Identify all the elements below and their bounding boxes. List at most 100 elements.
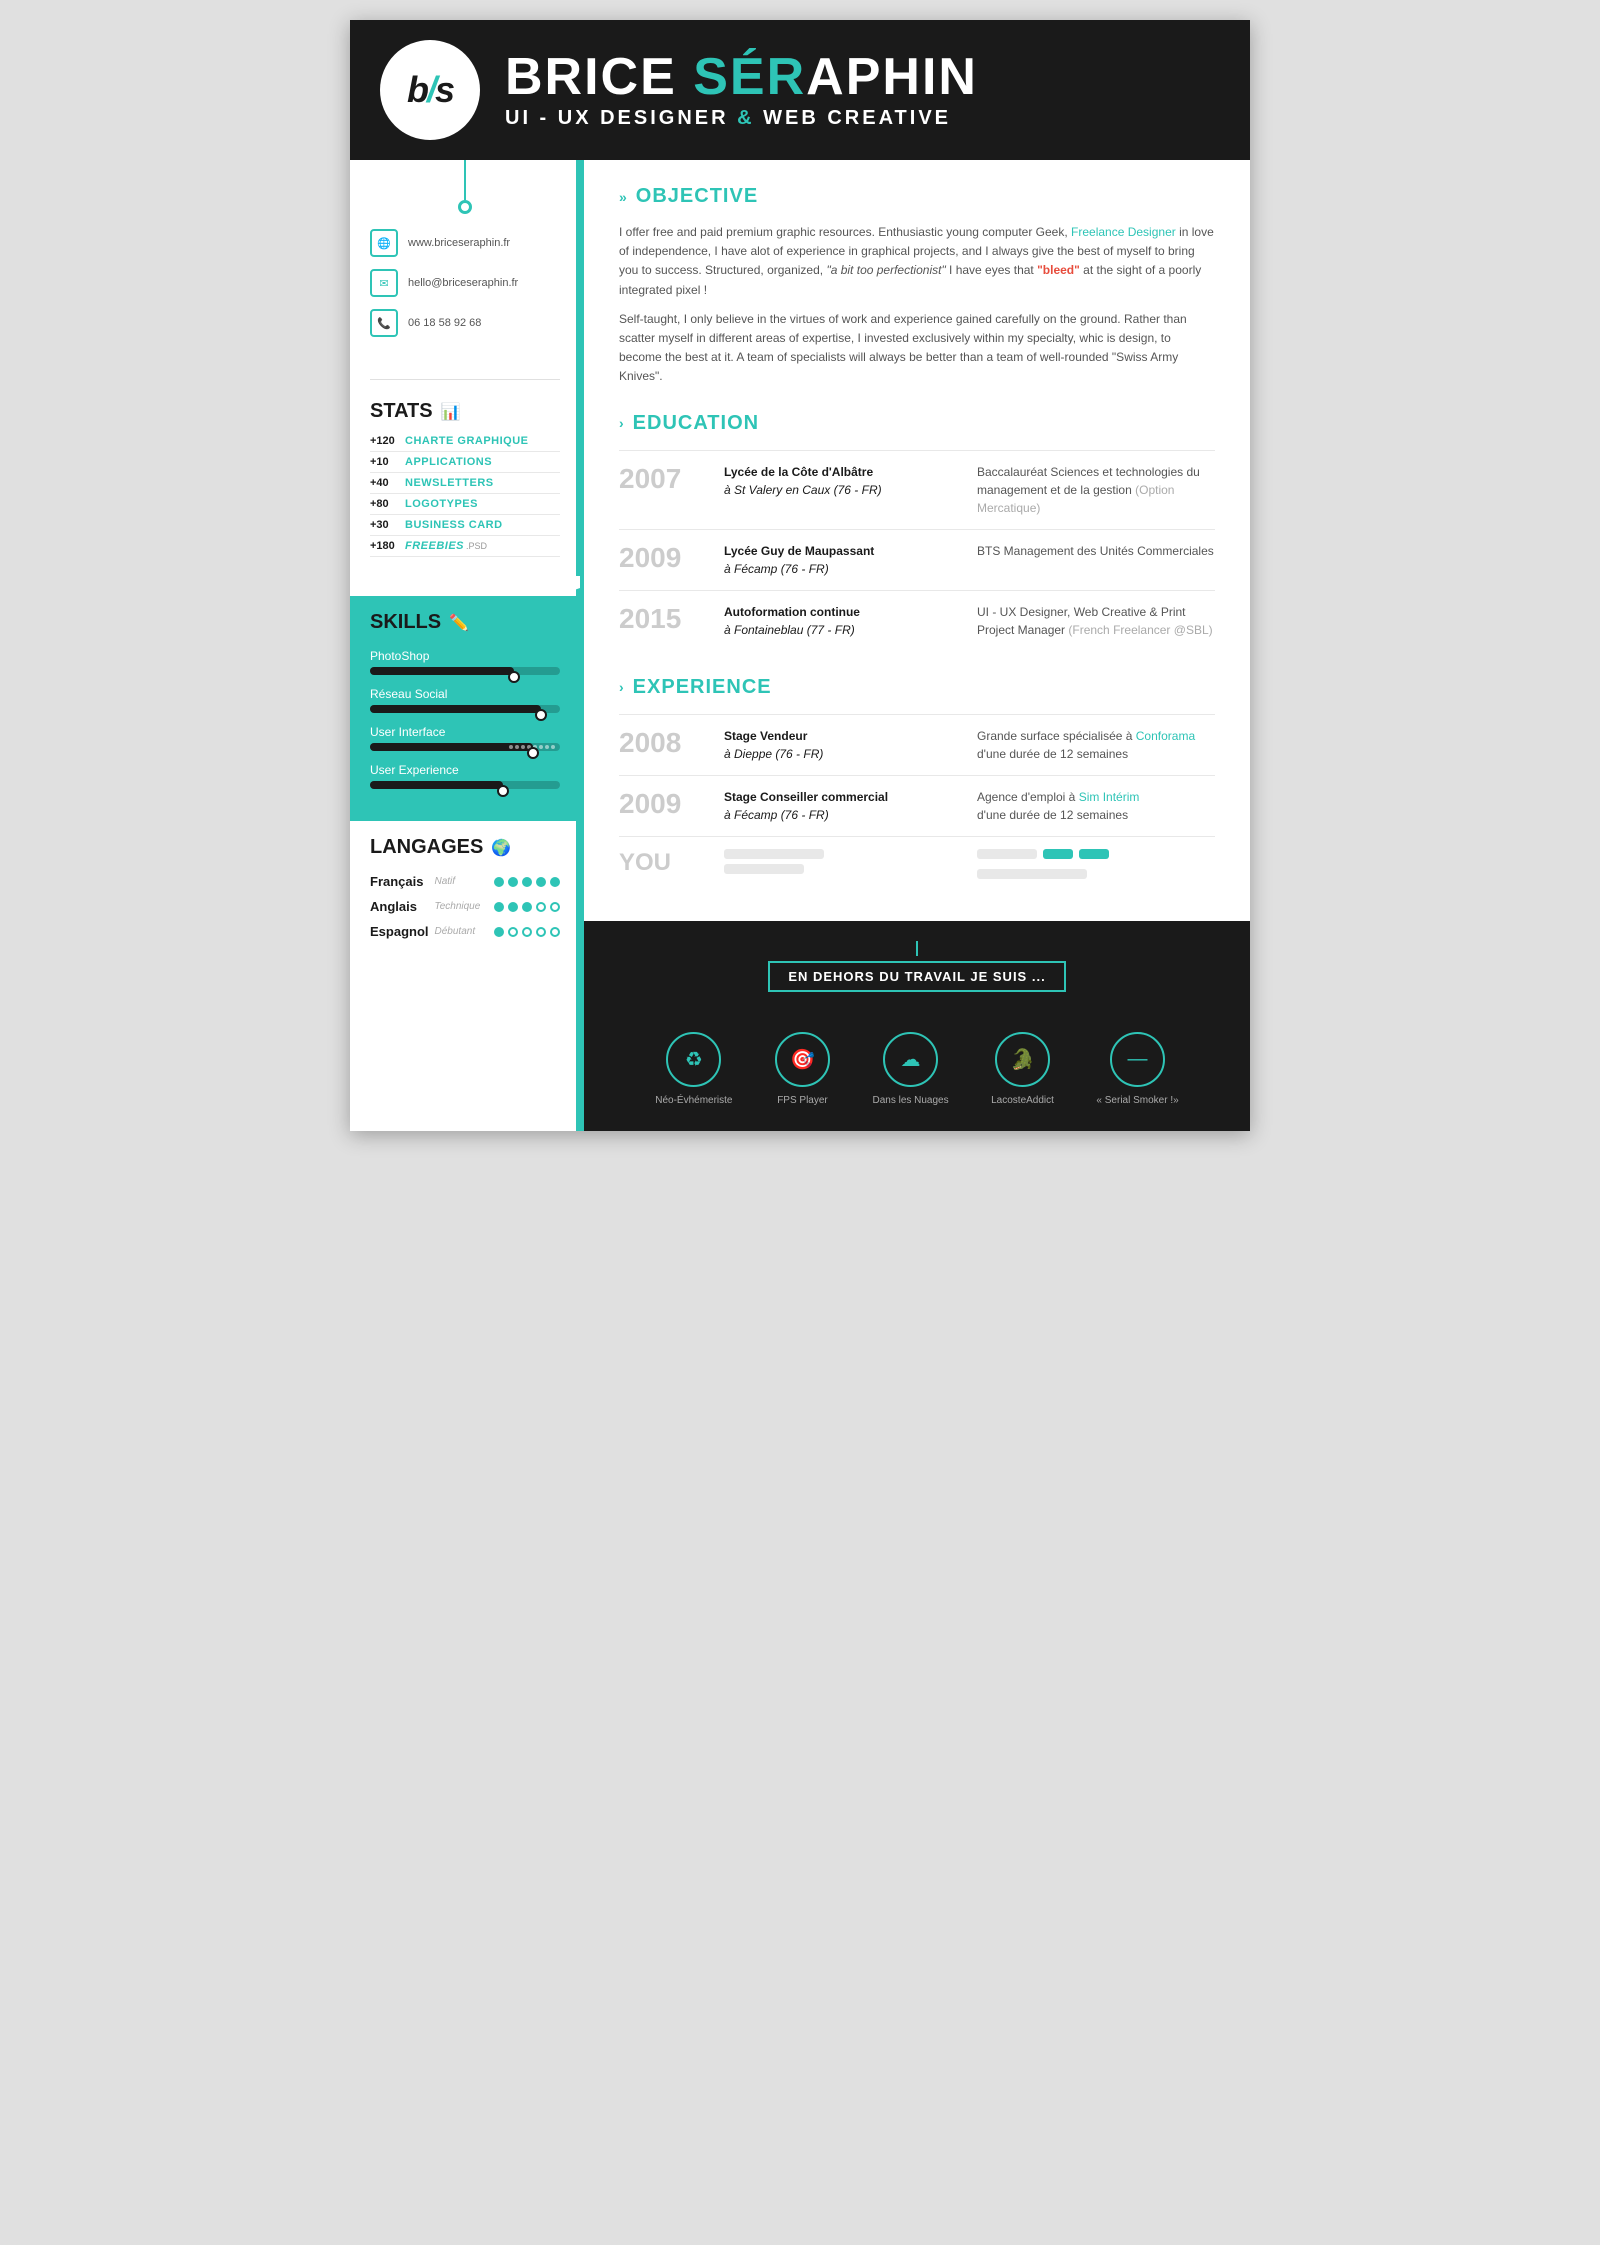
footer-circle-3: ☁ <box>883 1032 938 1087</box>
lang-anglais: Anglais Technique <box>370 899 560 914</box>
objective-label: OBJECTIVE <box>636 185 758 208</box>
footer-label-5: « Serial Smoker !» <box>1096 1095 1178 1106</box>
you-row: YOU <box>619 836 1215 896</box>
edu-arrow: › <box>619 415 625 431</box>
stats-section: STATS 📊 +120 CHARTE GRAPHIQUE +10 APPLIC… <box>350 390 580 576</box>
subtitle-amp: & <box>737 107 754 129</box>
skills-section: SKILLS ✏️ PhotoShop Réseau Social <box>350 596 580 821</box>
edu-desc-1: Baccalauréat Sciences et technologies du… <box>977 463 1215 517</box>
footer-conn-line <box>916 941 918 956</box>
exp-job-2: Stage Conseiller commercial à Fécamp (76… <box>724 788 962 824</box>
sidebar-stripe <box>576 160 580 1131</box>
contact-section: 🌐 www.briceseraphin.fr ✉ hello@bricesera… <box>350 214 580 369</box>
edu-school-name-3: Autoformation continue à Fontaineblau (7… <box>724 603 962 639</box>
footer-label-3: Dans les Nuages <box>872 1095 948 1106</box>
skill-ui: User Interface <box>370 725 560 751</box>
edu-school-name-1: Lycée de la Côte d'Albâtre à St Valery e… <box>724 463 962 499</box>
lang-francais: Français Natif <box>370 874 560 889</box>
exp-year-1: 2008 <box>619 727 709 763</box>
sidebar: 🌐 www.briceseraphin.fr ✉ hello@bricesera… <box>350 160 580 1131</box>
lang-level-2: Technique <box>435 901 485 912</box>
edu-desc-3: UI - UX Designer, Web Creative & Print P… <box>977 603 1215 639</box>
edu-school-3: Autoformation continue à Fontaineblau (7… <box>724 603 962 639</box>
skills-label: SKILLS <box>370 611 441 634</box>
experience-title: › EXPERIENCE <box>619 676 1215 699</box>
name-part1: BRICE <box>505 48 693 106</box>
stat-label-1: CHARTE GRAPHIQUE <box>405 435 529 447</box>
header-name: BRICE SÉRAPHIN UI - UX DESIGNER & WEB CR… <box>505 51 1220 130</box>
exp-row-2: 2009 Stage Conseiller commercial à Fécam… <box>619 775 1215 836</box>
skill-marker-2 <box>535 709 547 721</box>
stat-label-2: APPLICATIONS <box>405 456 492 468</box>
bleed-text: "bleed" <box>1037 263 1080 277</box>
lang-dots-2 <box>494 902 560 912</box>
lang-dot <box>494 877 504 887</box>
exp-desc-2: Agence d'emploi à Sim Intérim d'une duré… <box>977 788 1215 824</box>
stat-item-5: +30 BUSINESS CARD <box>370 519 560 536</box>
footer-label-2: FPS Player <box>777 1095 828 1106</box>
languages-label: LANGAGES <box>370 836 483 859</box>
skill-bar-1 <box>370 667 560 675</box>
exp-job-1: Stage Vendeur à Dieppe (76 - FR) <box>724 727 962 763</box>
sidebar-connector <box>350 160 580 214</box>
footer-icon-3: ☁ Dans les Nuages <box>872 1032 948 1106</box>
lang-level-1: Natif <box>435 876 485 887</box>
edu-row-3: 2015 Autoformation continue à Fontainebl… <box>619 590 1215 651</box>
skill-marker-4 <box>497 785 509 797</box>
objective-section: » OBJECTIVE I offer free and paid premiu… <box>619 185 1215 387</box>
footer-label-1: Néo-Évhémeriste <box>655 1095 732 1106</box>
you-year: YOU <box>619 849 709 884</box>
subtitle-end: WEB CREATIVE <box>755 107 951 129</box>
edu-row-2: 2009 Lycée Guy de Maupassant à Fécamp (7… <box>619 529 1215 590</box>
jagged-divider <box>350 576 580 596</box>
lang-dots-1 <box>494 877 560 887</box>
exp-teal-2: Sim Intérim <box>1079 790 1140 804</box>
lang-dot <box>536 902 546 912</box>
lang-name-2: Anglais <box>370 899 429 914</box>
logo-text: b/s <box>407 69 453 111</box>
main-content: » OBJECTIVE I offer free and paid premiu… <box>580 160 1250 1131</box>
lang-espagnol: Espagnol Débutant <box>370 924 560 939</box>
arrow-icon: » <box>619 189 628 205</box>
lang-dot <box>522 927 532 937</box>
exp-loc-2: à Fécamp (76 - FR) <box>724 808 829 822</box>
stats-label: STATS <box>370 400 433 423</box>
lang-dot <box>550 927 560 937</box>
lang-dot <box>508 877 518 887</box>
footer-icons-row: ♻ Néo-Évhémeriste 🎯 FPS Player ☁ Dans le… <box>614 1032 1220 1106</box>
stat-item-1: +120 CHARTE GRAPHIQUE <box>370 435 560 452</box>
subtitle-part1: UI - UX DESIGNER <box>505 107 737 129</box>
globe-icon: 🌐 <box>370 229 398 257</box>
footer-title-box: EN DEHORS DU TRAVAIL JE SUIS ... <box>768 961 1065 992</box>
stat-number-1: +120 <box>370 435 405 447</box>
skill-bar-4 <box>370 781 560 789</box>
email-icon: ✉ <box>370 269 398 297</box>
footer-circle-1: ♻ <box>666 1032 721 1087</box>
footer-icon-4: 🐊 LacosteAddict <box>991 1032 1054 1106</box>
stat-label-3: NEWSLETTERS <box>405 477 494 489</box>
skill-fill-2 <box>370 705 541 713</box>
lang-dot <box>522 902 532 912</box>
exp-desc-1: Grande surface spécialisée à Conforama d… <box>977 727 1215 763</box>
footer-icon-2: 🎯 FPS Player <box>775 1032 830 1106</box>
edu-loc-3: à Fontaineblau (77 - FR) <box>724 623 855 637</box>
contact-phone-item: 📞 06 18 58 92 68 <box>370 309 560 337</box>
stat-psd: .PSD <box>466 541 487 551</box>
contact-email: hello@briceseraphin.fr <box>408 277 518 289</box>
education-section: › EDUCATION 2007 Lycée de la Côte d'Albâ… <box>619 412 1215 651</box>
experience-label: EXPERIENCE <box>633 676 772 699</box>
skill-name-4: User Experience <box>370 763 560 777</box>
lang-dot <box>536 877 546 887</box>
divider1 <box>370 379 560 380</box>
exp-title-1: Stage Vendeur à Dieppe (76 - FR) <box>724 727 962 763</box>
footer-dark: EN DEHORS DU TRAVAIL JE SUIS ... ♻ Néo-É… <box>584 921 1250 1131</box>
skill-name-2: Réseau Social <box>370 687 560 701</box>
logo-circle: b/s <box>380 40 480 140</box>
edu-sub-3: (French Freelancer @SBL) <box>1068 623 1212 637</box>
lang-dot <box>550 902 560 912</box>
exp-arrow: › <box>619 679 625 695</box>
skill-name-3: User Interface <box>370 725 560 739</box>
contact-website-item: 🌐 www.briceseraphin.fr <box>370 229 560 257</box>
edu-desc-2: BTS Management des Unités Commerciales <box>977 542 1215 578</box>
connector-dot <box>458 200 472 214</box>
